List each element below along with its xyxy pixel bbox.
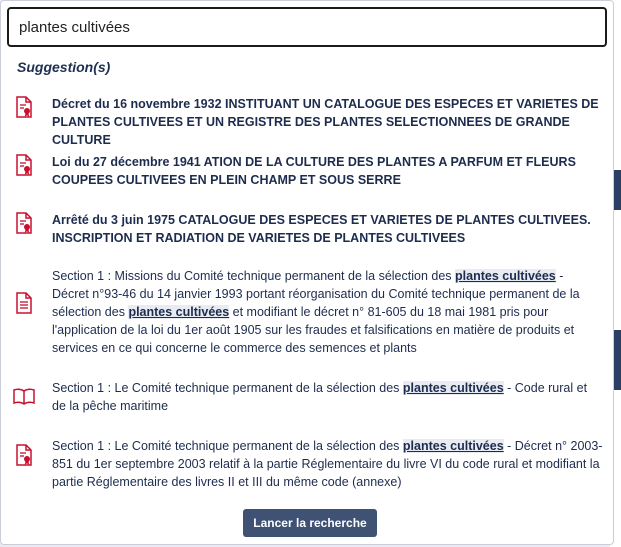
- suggestion-text: Décret du 16 novembre 1932 INSTITUANT UN…: [52, 97, 599, 147]
- suggestion-text: Arrêté du 3 juin 1975 CATALOGUE DES ESPE…: [52, 213, 591, 245]
- suggestion-item[interactable]: Section 1 : Missions du Comité technique…: [13, 267, 603, 357]
- suggestions-title: Suggestion(s): [17, 59, 111, 75]
- launch-search-button[interactable]: Lancer la recherche: [243, 509, 377, 537]
- suggestion-item[interactable]: Décret du 16 novembre 1932 INSTITUANT UN…: [13, 95, 603, 149]
- suggestion-item[interactable]: Loi du 27 décembre 1941 ATION DE LA CULT…: [13, 153, 603, 189]
- search-suggestions-panel: Suggestion(s) Décret du 16 novembre 1932…: [0, 0, 614, 545]
- document-stamp-icon: [13, 153, 35, 177]
- suggestion-item[interactable]: Arrêté du 3 juin 1975 CATALOGUE DES ESPE…: [13, 211, 603, 247]
- suggestion-text: Section 1 : Le Comité technique permanen…: [52, 439, 603, 489]
- suggestion-text: Section 1 : Missions du Comité technique…: [52, 269, 580, 355]
- suggestion-item[interactable]: Section 1 : Le Comité technique permanen…: [13, 379, 603, 415]
- search-term-highlight: plantes cultivées: [455, 269, 556, 283]
- search-input[interactable]: [7, 7, 607, 47]
- suggestion-text: Loi du 27 décembre 1941 ATION DE LA CULT…: [52, 155, 576, 187]
- suggestion-text: Section 1 : Le Comité technique permanen…: [52, 381, 588, 413]
- document-stamp-icon: [13, 211, 35, 235]
- suggestion-item[interactable]: Section 1 : Le Comité technique permanen…: [13, 437, 603, 491]
- open-book-icon: [13, 385, 35, 409]
- document-stamp-icon: [13, 95, 35, 119]
- search-term-highlight: plantes cultivées: [402, 439, 504, 453]
- search-term-highlight: plantes cultivées: [402, 381, 504, 395]
- search-term-highlight: plantes cultivées: [128, 305, 230, 319]
- document-lines-icon: [13, 291, 35, 315]
- document-stamp-icon: [13, 443, 35, 467]
